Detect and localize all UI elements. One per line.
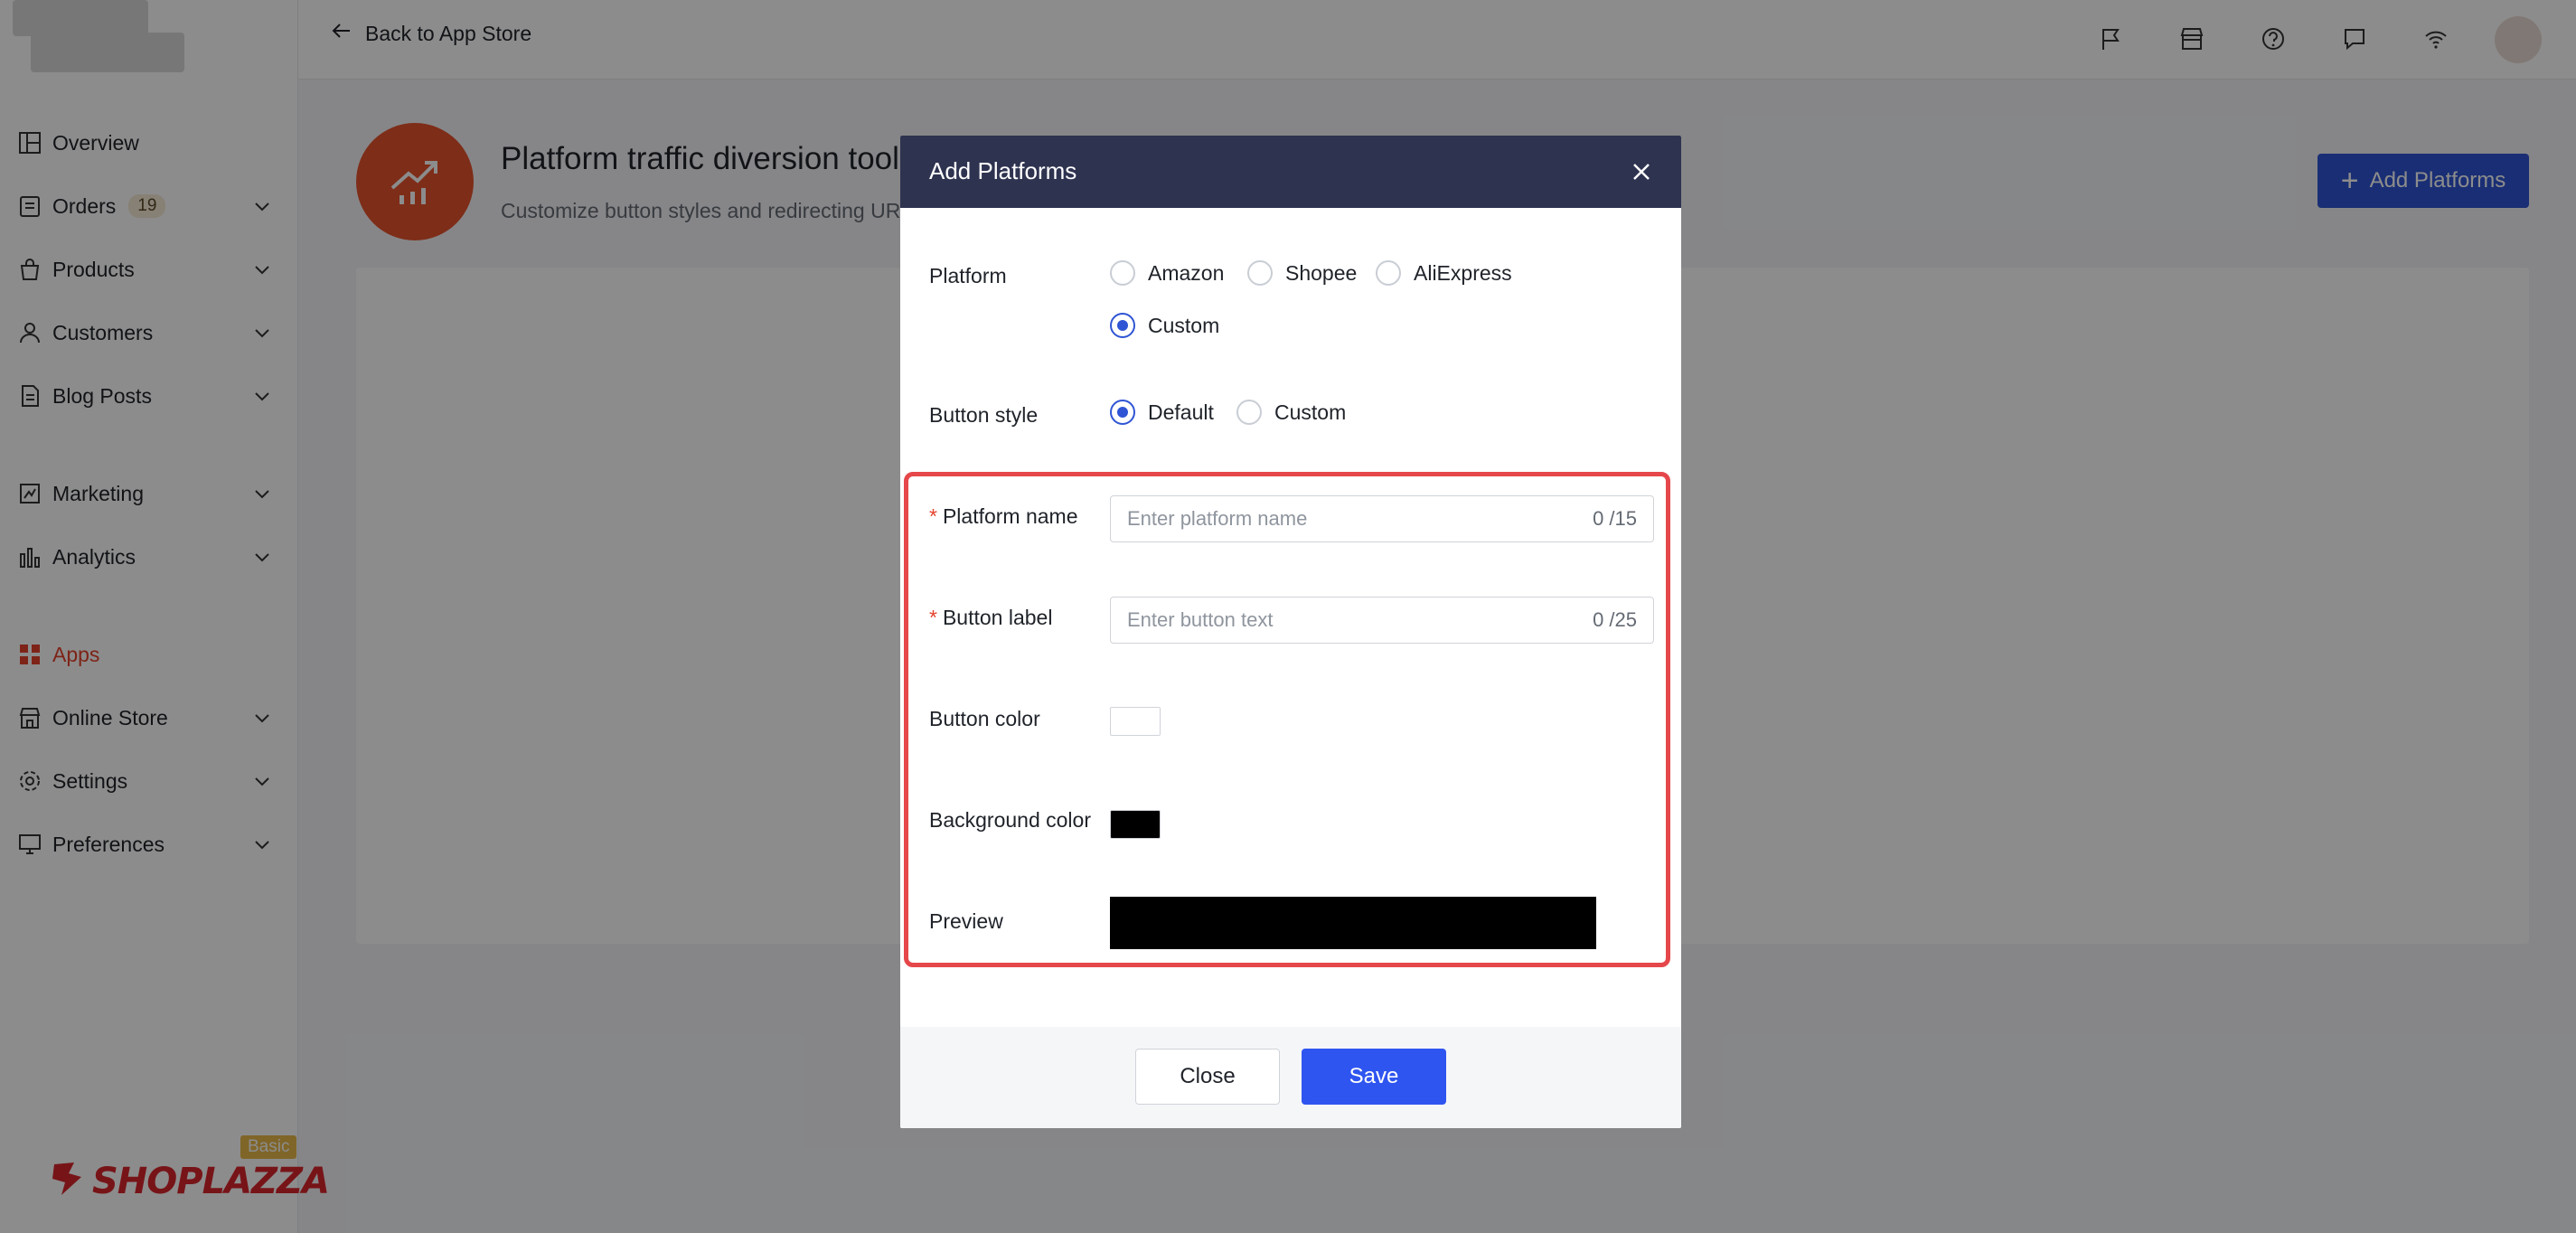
platform-name-label: * Platform name	[929, 504, 1078, 528]
required-asterisk: *	[929, 606, 937, 629]
radio-label: AliExpress	[1414, 260, 1512, 285]
radio-circle	[1110, 400, 1135, 425]
platform-radio-custom[interactable]: Custom	[1110, 313, 1219, 338]
background-color-label: Background color	[929, 808, 1091, 832]
preview-label: Preview	[929, 909, 1003, 933]
platform-label: Platform	[929, 264, 1007, 287]
platform-radio-aliexpress[interactable]: AliExpress	[1376, 260, 1512, 286]
char-counter: 0 /15	[1593, 507, 1637, 530]
button-style-radio-custom[interactable]: Custom	[1236, 400, 1346, 425]
button-label-label: * Button label	[929, 606, 1053, 629]
button-color-swatch[interactable]	[1110, 707, 1161, 736]
background-color-swatch[interactable]	[1110, 810, 1161, 839]
radio-label: Default	[1148, 400, 1214, 424]
platform-radio-amazon[interactable]: Amazon	[1110, 260, 1224, 286]
button-color-label: Button color	[929, 707, 1040, 730]
radio-label: Custom	[1148, 313, 1220, 337]
radio-label: Amazon	[1148, 260, 1225, 285]
modal-header: Add Platforms	[900, 136, 1681, 208]
modal-title: Add Platforms	[929, 157, 1077, 184]
add-platforms-dialog: Add Platforms Platform Amazon Shopee Ali…	[900, 136, 1681, 1128]
button-style-radio-default[interactable]: Default	[1110, 400, 1214, 425]
radio-circle	[1110, 260, 1135, 286]
close-icon[interactable]	[1623, 154, 1659, 190]
required-asterisk: *	[929, 504, 937, 528]
radio-circle	[1376, 260, 1401, 286]
button-style-label: Button style	[929, 403, 1039, 427]
radio-circle	[1247, 260, 1273, 286]
radio-label: Custom	[1274, 400, 1347, 424]
button-preview	[1110, 897, 1596, 949]
platform-name-input[interactable]	[1127, 507, 1594, 531]
button-label-field[interactable]: 0 /25	[1110, 597, 1654, 644]
platform-name-field[interactable]: 0 /15	[1110, 495, 1654, 542]
radio-label: Shopee	[1285, 260, 1358, 285]
radio-circle	[1110, 313, 1135, 338]
char-counter: 0 /25	[1593, 608, 1637, 631]
close-button[interactable]: Close	[1135, 1049, 1280, 1105]
platform-radio-shopee[interactable]: Shopee	[1247, 260, 1357, 286]
button-label-input[interactable]	[1127, 608, 1594, 632]
modal-footer: Close Save	[900, 1027, 1681, 1128]
save-button[interactable]: Save	[1302, 1049, 1446, 1105]
radio-circle	[1236, 400, 1262, 425]
